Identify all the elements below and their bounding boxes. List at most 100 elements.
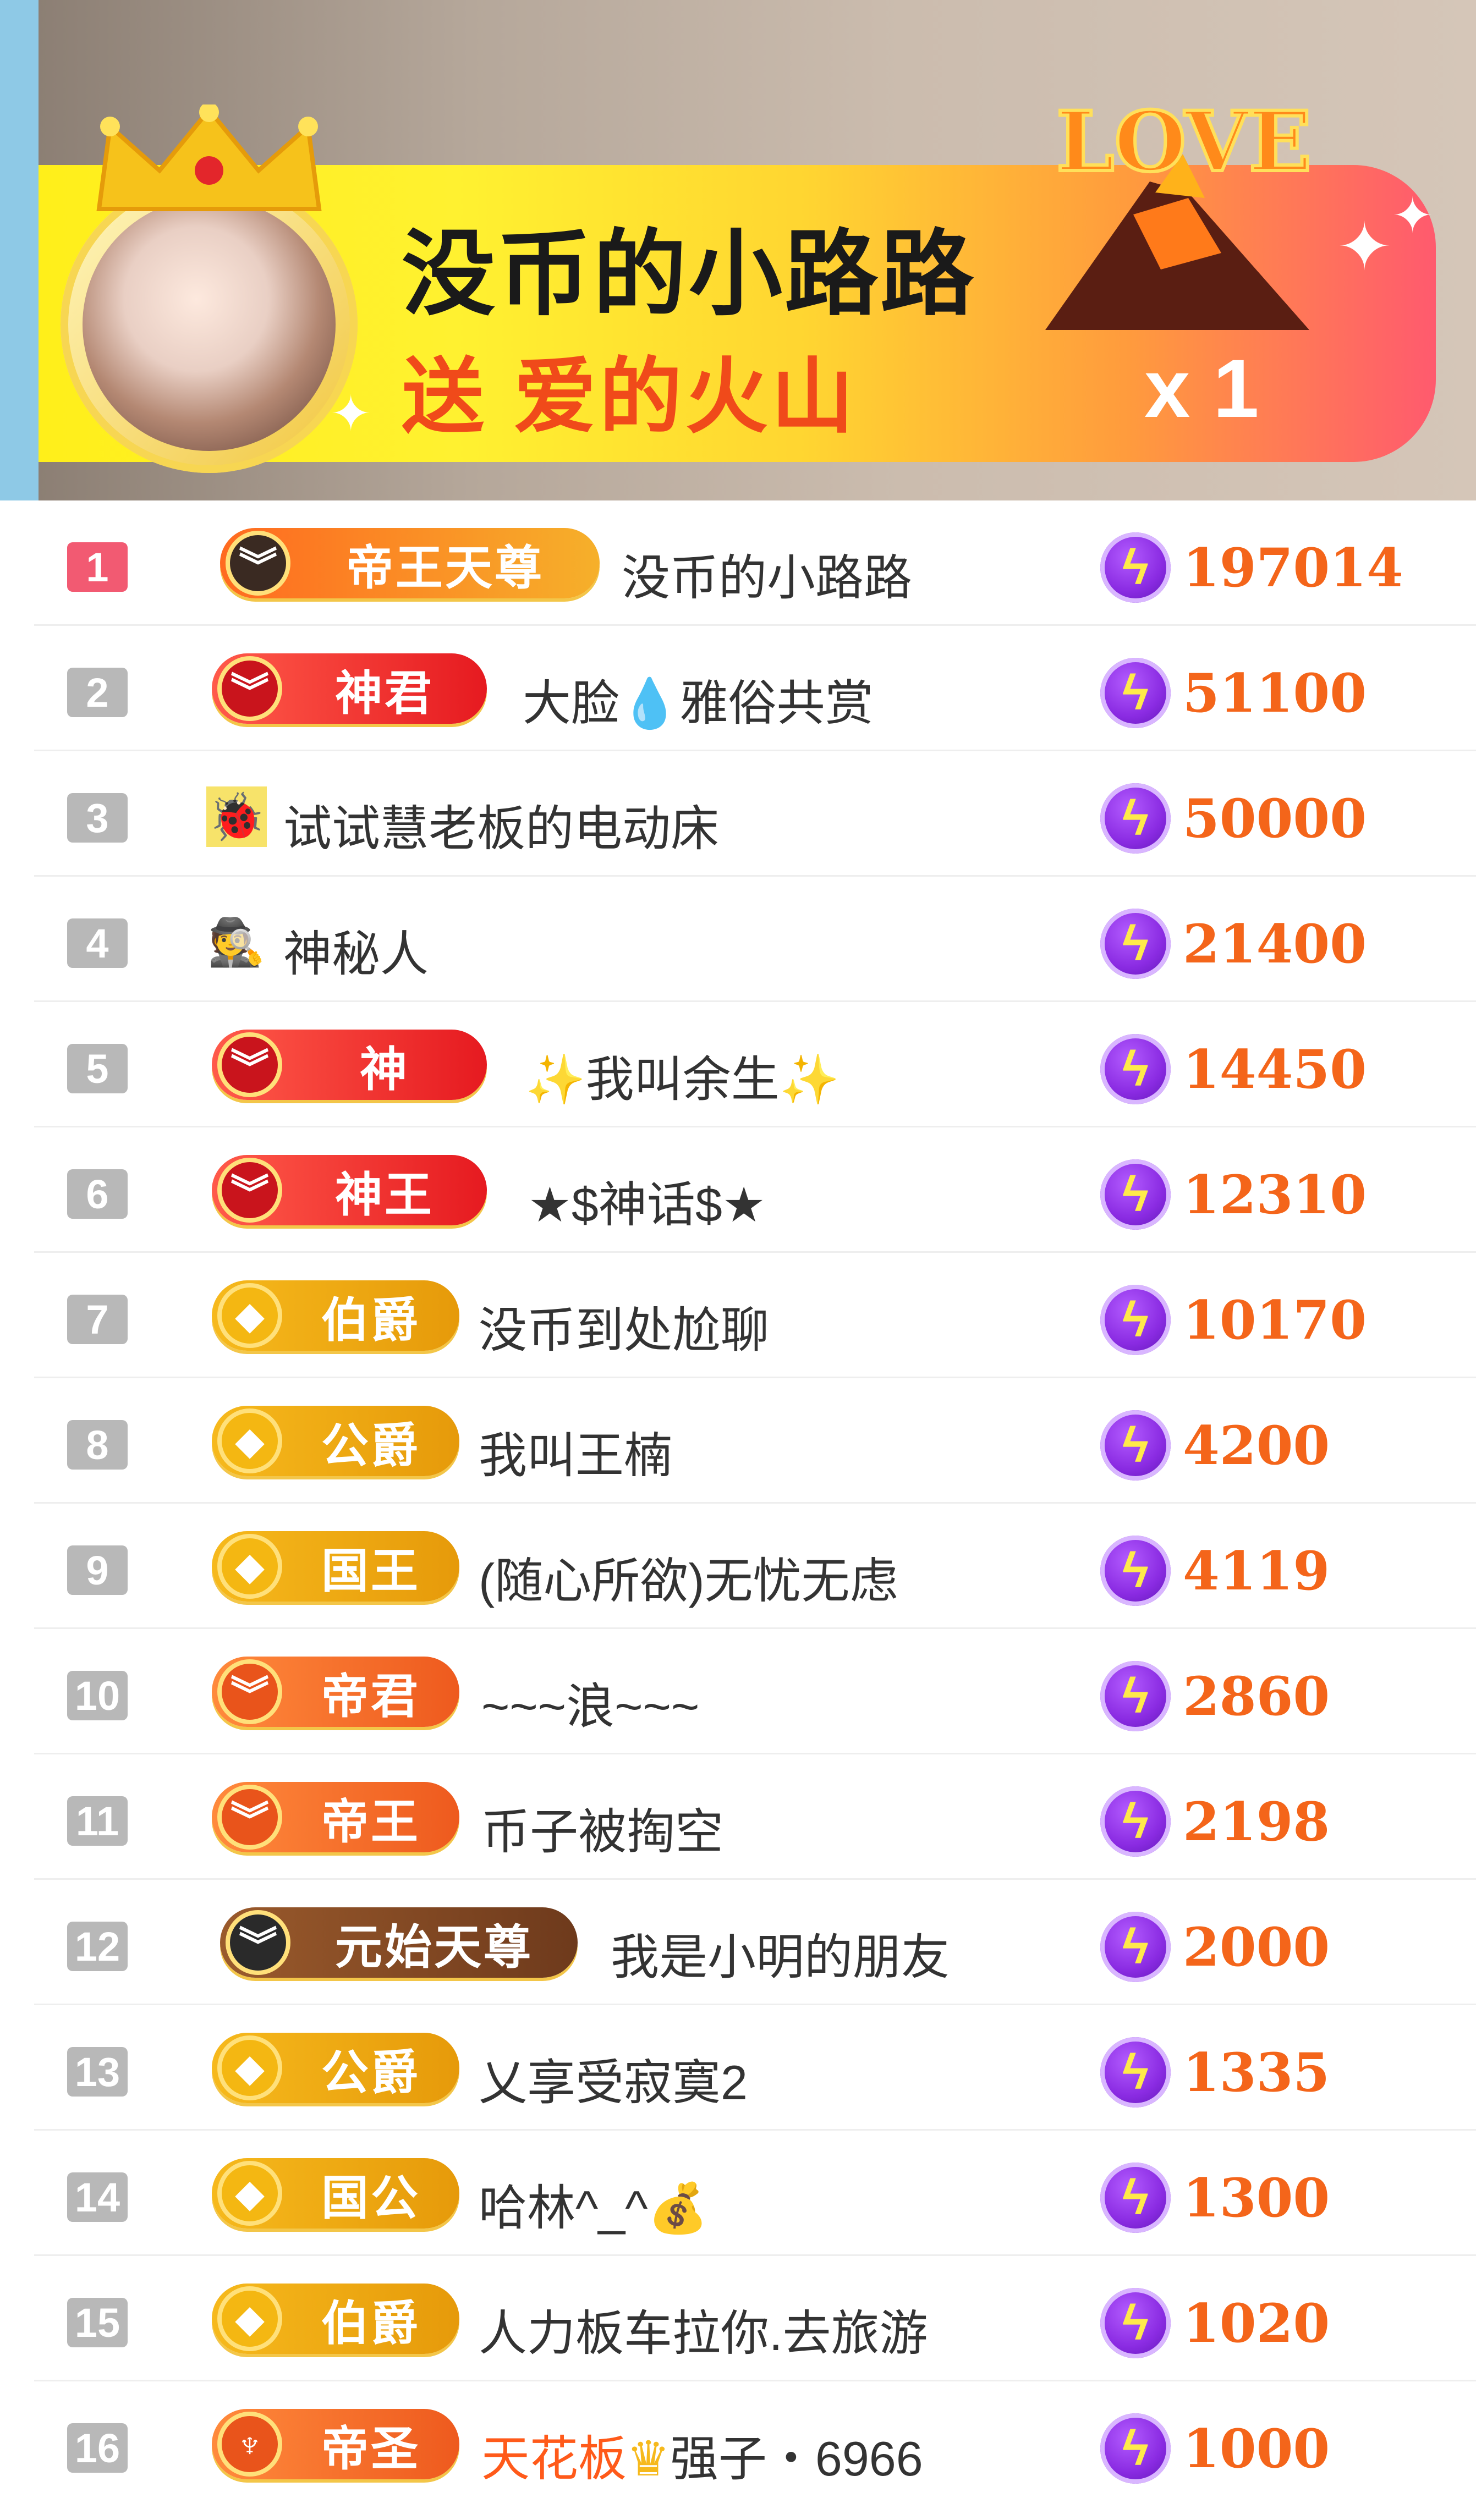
user-name: 没币到处尬聊: [479, 1303, 770, 1357]
level-badge: ︾ 神: [212, 1030, 487, 1100]
left-edge-strip: [0, 0, 39, 500]
level-badge: ♆ 帝圣: [212, 2409, 459, 2479]
lightning-coin-icon: ϟ: [1100, 1410, 1171, 1481]
crown-icon: [96, 104, 322, 211]
user-name: ★$神话$★: [528, 1178, 766, 1232]
sparkle-icon: ✦: [1392, 189, 1434, 244]
ranking-row[interactable]: 4 🕵 神秘人 ϟ 21400: [0, 877, 1476, 1002]
score: 2198: [1183, 1791, 1330, 1853]
ranking-row[interactable]: 13 ◆ 公爵 乂享受寂寞2 ϟ 1335: [0, 2005, 1476, 2131]
ranking-row[interactable]: 5 ︾ 神 ✨我叫余生✨ ϟ 14450: [0, 1002, 1476, 1127]
lightning-coin-icon: ϟ: [1100, 2163, 1171, 2233]
user-name: ~~~浪~~~: [481, 1679, 700, 1734]
score: 14450: [1183, 1038, 1367, 1101]
badge-title: 神: [360, 1043, 409, 1096]
level-badge: ︾ 帝君: [212, 1657, 459, 1727]
score: 4119: [1183, 1540, 1330, 1602]
badge-title: 元始天尊: [335, 1921, 533, 1974]
level-badge: ︾ 帝王: [212, 1782, 459, 1852]
gift-description: 送 爱的火山: [402, 350, 857, 443]
sparkle-icon: ✦: [330, 387, 372, 442]
score: 1300: [1183, 2167, 1330, 2229]
badge-title: 国公: [321, 2171, 420, 2225]
chevron-emblem-icon: ︾: [217, 656, 282, 721]
user-name: 我是小明的朋友: [611, 1930, 950, 1984]
score: 10170: [1183, 1289, 1367, 1351]
ranking-row[interactable]: 10 ︾ 帝君 ~~~浪~~~ ϟ 2860: [0, 1629, 1476, 1754]
rank-number: 15: [67, 2298, 128, 2347]
user-name-highlight: 天花板: [481, 2431, 627, 2486]
badge-title: 帝王天尊: [346, 541, 544, 595]
level-badge: ◆ 国公: [212, 2158, 459, 2229]
lightning-coin-icon: ϟ: [1100, 1912, 1171, 1982]
score: 2860: [1183, 1665, 1330, 1727]
lightning-coin-icon: ϟ: [1100, 1786, 1171, 1857]
lightning-coin-icon: ϟ: [1100, 658, 1171, 728]
level-badge: ◆ 公爵: [212, 1406, 459, 1476]
user-name: (随心所欲)无忧无虑: [479, 1554, 898, 1608]
diamond-emblem-icon: ◆: [217, 1534, 282, 1599]
ranking-row[interactable]: 2 ︾ 神君 大脸💧雅俗共赏 ϟ 51100: [0, 626, 1476, 751]
user-name: 哈林^_^💰: [479, 2181, 709, 2235]
gift-logo-text: LOVE: [1056, 93, 1312, 190]
level-badge: ︾ 元始天尊: [220, 1907, 578, 1978]
rank-number: 16: [67, 2423, 128, 2473]
ranking-list: 1 ︾ 帝王天尊 没币的小路路 ϟ 197014 2 ︾ 神君 大脸💧雅俗共赏 …: [0, 500, 1476, 2507]
gift-count: x 1: [1144, 342, 1259, 434]
lightning-coin-icon: ϟ: [1100, 1034, 1171, 1104]
ranking-row[interactable]: 9 ◆ 国王 (随心所欲)无忧无虑 ϟ 4119: [0, 1504, 1476, 1629]
ranking-row[interactable]: 16 ♆ 帝圣 天花板♛强子・6966 ϟ 1000: [0, 2381, 1476, 2507]
score: 1000: [1183, 2418, 1330, 2480]
ranking-row[interactable]: 12 ︾ 元始天尊 我是小明的朋友 ϟ 2000: [0, 1880, 1476, 2005]
rank-number: 3: [67, 793, 128, 843]
badge-title: 帝君: [321, 1670, 420, 1723]
badge-title: 帝圣: [321, 2422, 420, 2475]
rank-number: 10: [67, 1671, 128, 1720]
lightning-coin-icon: ϟ: [1100, 909, 1171, 979]
ranking-row[interactable]: 6 ︾ 神王 ★$神话$★ ϟ 12310: [0, 1127, 1476, 1253]
rank-number: 14: [67, 2172, 128, 2222]
rank-number: 8: [67, 1420, 128, 1470]
score: 2000: [1183, 1916, 1330, 1978]
badge-title: 公爵: [321, 2046, 420, 2099]
chevron-emblem-icon: ︾: [226, 1910, 290, 1975]
diamond-emblem-icon: ◆: [217, 2286, 282, 2351]
ranking-row[interactable]: 8 ◆ 公爵 我叫王楠 ϟ 4200: [0, 1378, 1476, 1504]
rank-number: 6: [67, 1169, 128, 1219]
badge-title: 神王: [335, 1168, 434, 1222]
user-name: 我叫王楠: [479, 1428, 673, 1483]
rank-number: 1: [67, 542, 128, 592]
small-crown-icon: ♛: [627, 2431, 670, 2486]
rank-number: 13: [67, 2047, 128, 2097]
user-name-text: 强子・6966: [670, 2431, 923, 2486]
rank-number: 7: [67, 1295, 128, 1344]
ranking-row[interactable]: 11 ︾ 帝王 币子被掏空 ϟ 2198: [0, 1754, 1476, 1880]
rank-number: 5: [67, 1044, 128, 1093]
ranking-row[interactable]: 15 ◆ 伯爵 人力板车拉你.去旅游 ϟ 1020: [0, 2256, 1476, 2381]
score: 12310: [1183, 1164, 1367, 1226]
score: 1020: [1183, 2292, 1330, 2354]
level-badge: ︾ 神君: [212, 653, 487, 724]
rank-number: 11: [67, 1796, 128, 1846]
ranking-row[interactable]: 14 ◆ 国公 哈林^_^💰 ϟ 1300: [0, 2131, 1476, 2256]
user-name: 人力板车拉你.去旅游: [479, 2306, 928, 2361]
ranking-row[interactable]: 3 🐞 试试慧老板的电动床 ϟ 50000: [0, 751, 1476, 877]
sender-avatar-frame[interactable]: [61, 176, 358, 473]
lightning-coin-icon: ϟ: [1100, 783, 1171, 854]
laurel-emblem-icon: ♆: [217, 2412, 282, 2477]
badge-title: 公爵: [321, 1419, 420, 1472]
user-name: 没币的小路路: [622, 551, 913, 605]
ranking-row[interactable]: 1 ︾ 帝王天尊 没币的小路路 ϟ 197014: [0, 500, 1476, 626]
sparkle-icon: ✦: [1337, 210, 1392, 284]
score: 4200: [1183, 1415, 1330, 1477]
ranking-row[interactable]: 7 ◆ 伯爵 没币到处尬聊 ϟ 10170: [0, 1253, 1476, 1378]
user-name: 乂享受寂寞2: [479, 2055, 748, 2110]
badge-title: 国王: [321, 1544, 420, 1598]
user-name: 大脸💧雅俗共赏: [523, 676, 874, 730]
chevron-emblem-icon: ︾: [217, 1158, 282, 1223]
level-badge: ◆ 国王: [212, 1531, 459, 1602]
sender-avatar[interactable]: [83, 198, 336, 451]
user-name: ✨我叫余生✨: [525, 1052, 840, 1107]
mystery-person-icon: 🕵: [207, 916, 266, 968]
user-name: 神秘人: [283, 927, 429, 981]
